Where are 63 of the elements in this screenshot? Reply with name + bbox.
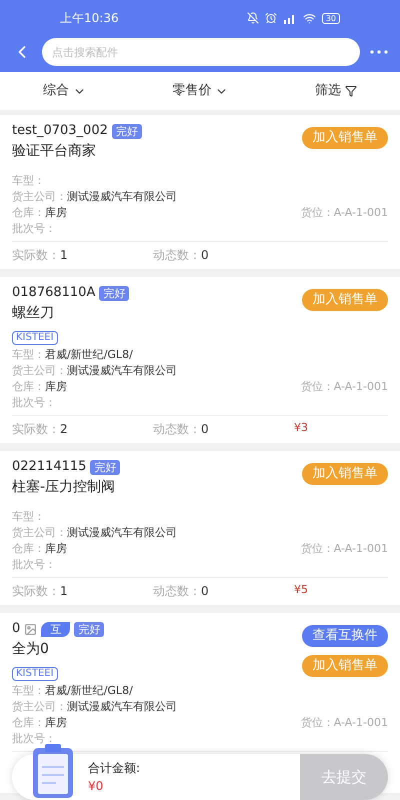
add-to-sales-order-button[interactable]: 加入销售单 [302, 127, 388, 149]
add-to-sales-order-button[interactable]: 加入销售单 [302, 289, 388, 311]
detail-text: 货主公司：测试漫威汽车有限公司 [12, 525, 177, 541]
detail-text: 仓库：库房 [12, 379, 67, 395]
battery-indicator: 30 [322, 12, 340, 24]
detail-text: 货主公司：测试漫威汽车有限公司 [12, 363, 177, 379]
status-time: 上午10:36 [60, 10, 119, 27]
detail-text: 仓库：库房 [12, 541, 67, 557]
detail-text: 车型： [12, 509, 45, 525]
status-tag: 完好 [90, 460, 120, 474]
status-tag: 互 [41, 622, 70, 636]
add-to-sales-order-button[interactable]: 加入销售单 [302, 655, 388, 677]
detail-text: 货主公司：测试漫威汽车有限公司 [12, 189, 177, 205]
stat-text: 实际数：1 [12, 246, 69, 264]
stat-text: 动态数：0 [153, 420, 210, 438]
brand-tag: KISTEEI [12, 667, 58, 681]
part-code: test_0703_002 [12, 122, 108, 140]
detail-text: 货主公司：测试漫威汽车有限公司 [12, 699, 177, 715]
part-name: 验证平台商家 [12, 142, 97, 161]
add-to-sales-order-button[interactable]: 加入销售单 [302, 463, 388, 485]
price-text: ¥3 [294, 420, 308, 436]
more-icon[interactable] [370, 50, 388, 54]
mute-icon [246, 12, 259, 24]
stat-text: 动态数：0 [153, 582, 210, 600]
filter-button[interactable]: 筛选 [314, 81, 357, 101]
status-tag: 完好 [99, 286, 130, 300]
detail-text: 批次号： [12, 557, 56, 573]
part-code: 022114115 [12, 458, 86, 476]
brand-tag: KISTEEI [12, 331, 58, 345]
detail-text: 车型：君威/新世纪/GL8/ [12, 683, 133, 699]
sort-button[interactable]: 零售价 [172, 81, 228, 101]
clipboard-icon [30, 742, 76, 800]
wifi-icon [302, 12, 316, 24]
part-name: 柱塞-压力控制阀 [12, 478, 116, 497]
detail-text: 批次号： [12, 221, 56, 237]
detail-text: 仓库：库房 [12, 715, 67, 731]
location-text: 货位：A-A-1-001 [300, 541, 388, 557]
detail-text: 车型： [12, 173, 45, 189]
detail-text: 批次号： [12, 731, 56, 747]
location-text: 货位：A-A-1-001 [300, 379, 388, 395]
detail-text: 仓库：库房 [12, 205, 67, 221]
location-text: 货位：A-A-1-001 [300, 715, 388, 731]
part-name: 全为0 [12, 640, 50, 659]
location-text: 货位：A-A-1-001 [300, 205, 388, 221]
sort-button[interactable]: 综合 [43, 81, 86, 101]
status-tag: 完好 [74, 622, 104, 636]
status-tag: 完好 [112, 124, 142, 138]
total-amount: ¥0 [88, 778, 104, 795]
stat-text: 动态数：0 [153, 246, 210, 264]
alarm-icon [264, 12, 277, 24]
signal-icon [282, 12, 297, 24]
filter-icon [344, 85, 357, 97]
view-interchange-button[interactable]: 查看互换件 [302, 625, 388, 647]
part-code: 0 [12, 620, 20, 638]
stat-text: 实际数：2 [12, 420, 69, 438]
detail-text: 批次号： [12, 395, 56, 411]
price-text: ¥5 [294, 582, 308, 598]
total-label: 合计金额: [88, 760, 142, 777]
part-name: 螺丝刀 [12, 304, 55, 323]
detail-text: 车型：君威/新世纪/GL8/ [12, 347, 133, 363]
search-field[interactable]: 点击搜索配件 [42, 38, 360, 66]
stat-text: 实际数：1 [12, 582, 69, 600]
part-code: 018768110A [12, 284, 96, 302]
